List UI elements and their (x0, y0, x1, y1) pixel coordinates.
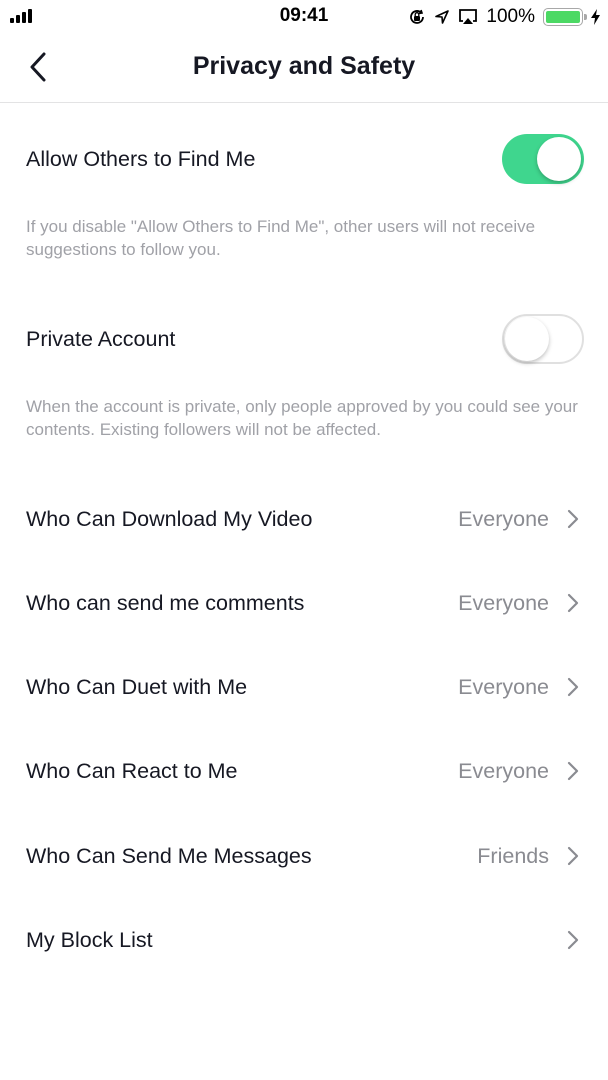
setting-label: Who Can React to Me (26, 758, 238, 783)
setting-value: Everyone (458, 506, 549, 531)
chevron-right-icon (566, 761, 580, 781)
allow-find-toggle[interactable] (502, 134, 584, 184)
charging-icon (591, 9, 600, 25)
setting-row-block-list[interactable]: My Block List (0, 915, 608, 965)
chevron-right-icon (566, 930, 580, 950)
setting-label: Who can send me comments (26, 590, 305, 615)
setting-row-download[interactable]: Who Can Download My Video Everyone (0, 494, 608, 544)
chevron-right-icon (566, 677, 580, 697)
chevron-right-icon (566, 509, 580, 529)
setting-row-duet[interactable]: Who Can Duet with Me Everyone (0, 662, 608, 712)
chevron-right-icon (566, 593, 580, 613)
toggle-knob (537, 137, 581, 181)
status-bar: 09:41 100% (0, 0, 608, 34)
allow-find-description: If you disable "Allow Others to Find Me"… (26, 217, 536, 259)
setting-label: My Block List (26, 927, 153, 952)
setting-label: Who Can Send Me Messages (26, 843, 312, 868)
battery-icon (543, 8, 587, 26)
setting-label: Who Can Duet with Me (26, 674, 248, 699)
setting-value: Everyone (458, 758, 549, 783)
chevron-right-icon (566, 846, 580, 866)
setting-row-react[interactable]: Who Can React to Me Everyone (0, 746, 608, 796)
airplay-icon (459, 9, 478, 24)
toggle-row-allow-find: Allow Others to Find Me (0, 133, 608, 185)
private-account-description: When the account is private, only people… (26, 397, 578, 439)
toggle-knob (505, 317, 549, 361)
setting-value: Everyone (458, 590, 549, 615)
toggle-row-private-account: Private Account (0, 313, 608, 365)
setting-value: Everyone (458, 674, 549, 699)
nav-bar: Privacy and Safety (0, 34, 608, 103)
setting-value: Friends (477, 843, 549, 868)
setting-label: Who Can Download My Video (26, 506, 313, 531)
allow-find-label: Allow Others to Find Me (26, 146, 256, 171)
battery-percent: 100% (486, 6, 535, 27)
setting-row-comments[interactable]: Who can send me comments Everyone (0, 578, 608, 628)
page-title: Privacy and Safety (192, 52, 416, 80)
location-icon (435, 10, 450, 24)
setting-row-messages[interactable]: Who Can Send Me Messages Friends (0, 831, 608, 881)
status-right: 100% (408, 5, 600, 29)
orientation-lock-icon (410, 9, 425, 24)
private-account-toggle[interactable] (502, 314, 584, 364)
private-account-label: Private Account (26, 326, 176, 351)
